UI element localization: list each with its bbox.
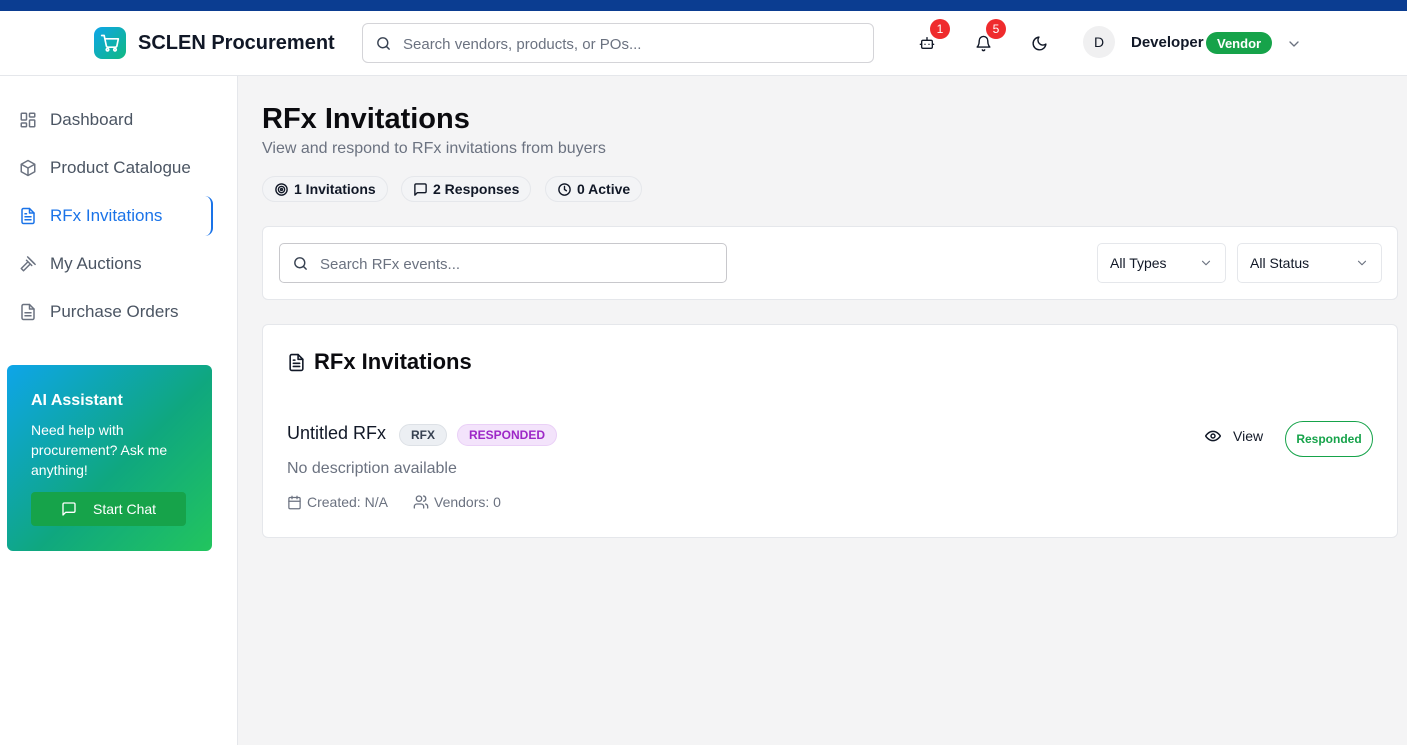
role-badge: Vendor — [1206, 32, 1273, 54]
sidebar-item-label: My Auctions — [50, 254, 142, 273]
start-chat-button[interactable]: Start Chat — [31, 492, 186, 526]
type-select-value: All Types — [1110, 255, 1167, 271]
rfx-name[interactable]: Untitled RFx — [287, 423, 386, 444]
cart-icon[interactable] — [94, 27, 126, 59]
app-header: SCLEN Procurement 1 5 D Developer Vendor — [0, 11, 1407, 76]
stat-label: 1 Invitations — [294, 181, 376, 197]
stat-responses: 2 Responses — [401, 176, 532, 202]
message-icon — [413, 182, 428, 197]
sidebar-item-purchase-orders[interactable]: Purchase Orders — [8, 292, 213, 332]
search-icon — [292, 255, 309, 277]
document-icon — [18, 206, 38, 226]
rfx-status-badge: RESPONDED — [457, 424, 558, 446]
view-button[interactable]: View — [1205, 428, 1263, 444]
stat-label: 2 Responses — [433, 181, 520, 197]
page-title: RFx Invitations — [262, 103, 470, 135]
sidebar-item-product-catalogue[interactable]: Product Catalogue — [8, 148, 213, 188]
stat-label: 0 Active — [577, 181, 631, 197]
global-search-input[interactable] — [403, 33, 863, 55]
start-chat-label: Start Chat — [93, 501, 157, 517]
rfx-search-input[interactable] — [320, 253, 720, 275]
page-subtitle: View and respond to RFx invitations from… — [262, 140, 606, 157]
avatar[interactable]: D — [1083, 26, 1115, 58]
chat-icon — [61, 501, 77, 517]
clock-icon — [557, 182, 572, 197]
vendors-text: Vendors: 0 — [434, 494, 501, 510]
file-icon — [18, 302, 38, 322]
rfx-search[interactable] — [279, 243, 727, 283]
rfx-list-card: RFx Invitations Untitled RFx RFX RESPOND… — [262, 324, 1398, 538]
ai-card-text: Need help with procurement? Ask me anyth… — [31, 422, 168, 478]
sidebar-item-dashboard[interactable]: Dashboard — [8, 100, 213, 140]
user-name[interactable]: Developer — [1131, 34, 1204, 51]
chevron-down-icon — [1199, 256, 1213, 270]
ai-badge: 1 — [930, 19, 950, 39]
sidebar-item-label: Purchase Orders — [50, 302, 179, 321]
box-icon — [18, 158, 38, 178]
sidebar-item-my-auctions[interactable]: My Auctions — [8, 244, 213, 284]
filter-card: All Types All Status — [262, 226, 1398, 300]
rfx-created: Created: N/A — [287, 494, 388, 510]
status-select-value: All Status — [1250, 255, 1310, 271]
target-icon — [274, 182, 289, 197]
sidebar: Dashboard Product Catalogue RFx Invitati… — [0, 76, 238, 745]
sidebar-item-label: Product Catalogue — [50, 158, 191, 177]
sidebar-item-rfx-invitations[interactable]: RFx Invitations — [8, 196, 213, 236]
stat-active: 0 Active — [545, 176, 643, 202]
gavel-icon — [18, 254, 38, 274]
view-label: View — [1233, 428, 1264, 444]
status-select[interactable]: All Status — [1237, 243, 1382, 283]
chevron-down-icon[interactable] — [1286, 36, 1302, 57]
section-title: RFx Invitations — [287, 349, 472, 375]
sidebar-item-label: RFx Invitations — [50, 206, 163, 225]
rfx-description: No description available — [287, 460, 457, 477]
ai-assistant-card: AI Assistant Need help with procurement?… — [7, 365, 212, 551]
search-icon — [375, 35, 392, 57]
rfx-vendors: Vendors: 0 — [413, 494, 501, 510]
users-icon — [413, 494, 429, 510]
chevron-down-icon — [1355, 256, 1369, 270]
calendar-icon — [287, 495, 302, 510]
moon-icon[interactable] — [1029, 33, 1049, 53]
stat-invitations: 1 Invitations — [262, 176, 388, 202]
section-title-text: RFx Invitations — [314, 349, 472, 374]
document-icon — [287, 353, 306, 372]
type-select[interactable]: All Types — [1097, 243, 1226, 283]
rfx-type-badge: RFX — [399, 424, 447, 446]
created-text: Created: N/A — [307, 494, 388, 510]
responded-button[interactable]: Responded — [1285, 421, 1373, 457]
notification-badge: 5 — [986, 19, 1006, 39]
top-accent-strip — [0, 0, 1407, 11]
ai-card-title: AI Assistant — [31, 392, 123, 409]
global-search[interactable] — [362, 23, 874, 63]
brand-name[interactable]: SCLEN Procurement — [138, 32, 335, 55]
dashboard-icon — [18, 110, 38, 130]
eye-icon — [1205, 428, 1221, 444]
sidebar-item-label: Dashboard — [50, 110, 134, 129]
